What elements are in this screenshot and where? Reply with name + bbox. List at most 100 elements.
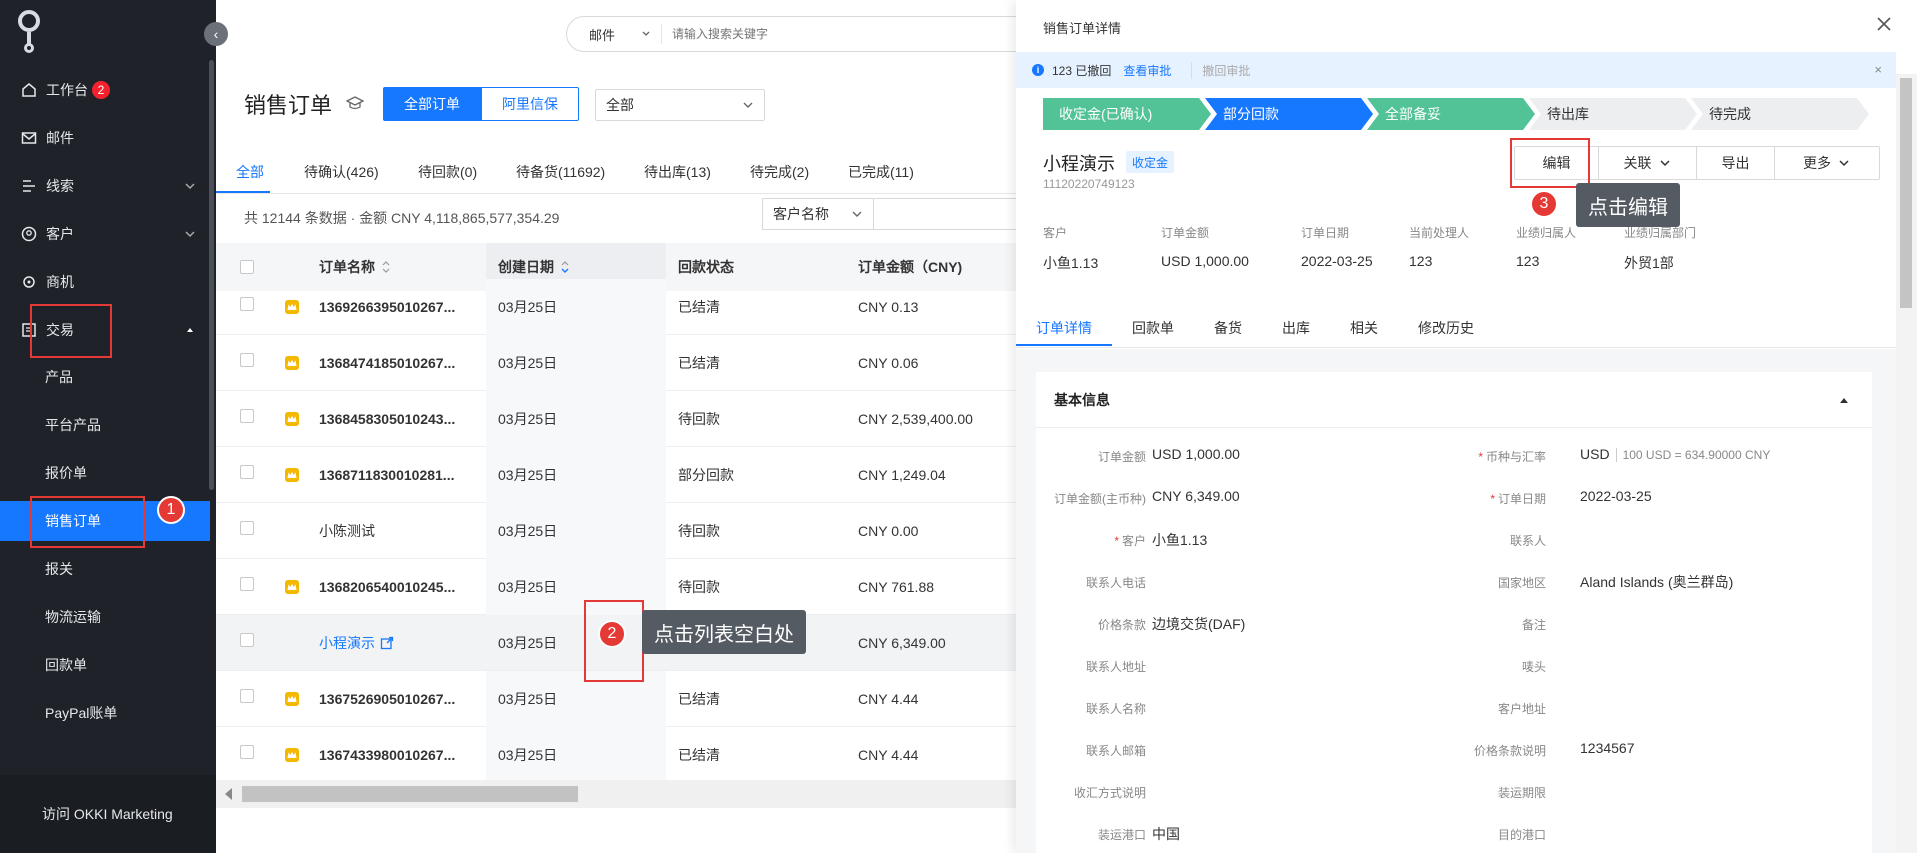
sidebar-item-leads[interactable]: 线索	[0, 166, 216, 206]
sidebar-item-opportunity[interactable]: 商机	[0, 262, 216, 302]
search-input[interactable]	[672, 27, 972, 41]
annotation-step-3: 3	[1530, 190, 1558, 218]
sidebar-item-customers[interactable]: 客户	[0, 214, 216, 254]
sidebar-collapse-button[interactable]: ‹	[204, 22, 228, 46]
step-deposit[interactable]: 收定金(已确认)	[1043, 98, 1211, 130]
field-value-text: USD 1,000.00	[1152, 446, 1240, 462]
meta-label: 订单金额	[1161, 226, 1210, 240]
tab-change-history[interactable]: 修改历史	[1418, 308, 1474, 348]
tab-all[interactable]: 全部	[236, 150, 264, 194]
step-pending-outbound[interactable]: 待出库	[1529, 98, 1697, 130]
sidebar-item-mail[interactable]: 邮件	[0, 118, 216, 158]
crown-icon	[285, 748, 299, 762]
tab-stock[interactable]: 备货	[1214, 308, 1242, 348]
panel-header[interactable]: 基本信息	[1036, 372, 1872, 428]
tab-pending-payment[interactable]: 待回款(0)	[418, 150, 477, 194]
sidebar-sub-customs[interactable]: 报关	[0, 549, 210, 589]
order-filter-select[interactable]: 全部	[595, 89, 765, 121]
tab-pending-outbound[interactable]: 待出库(13)	[644, 150, 711, 194]
table-row[interactable]: 1368711830010281... 03月25日 部分回款 CNY 1,249.0…	[216, 447, 1016, 503]
cell-order-name[interactable]: 小程演示	[319, 615, 375, 671]
export-button[interactable]: 导出	[1697, 147, 1775, 179]
horizontal-scrollbar[interactable]	[216, 780, 1016, 808]
cell-create-date: 03月25日	[498, 523, 558, 539]
row-checkbox[interactable]	[240, 409, 254, 423]
sidebar-sub-platform-product[interactable]: 平台产品	[0, 405, 210, 445]
cell-create-date: 03月25日	[498, 747, 558, 763]
select-all-checkbox[interactable]	[240, 260, 254, 274]
tab-completed[interactable]: 已完成(11)	[848, 150, 914, 194]
tab-all-orders[interactable]: 全部订单	[383, 87, 481, 121]
tab-pending-confirm[interactable]: 待确认(426)	[304, 150, 379, 194]
row-checkbox[interactable]	[240, 297, 254, 311]
customer-filter-select[interactable]: 客户名称	[762, 198, 874, 230]
sidebar-sub-product[interactable]: 产品	[0, 357, 210, 397]
scroll-thumb[interactable]	[242, 786, 578, 802]
row-checkbox[interactable]	[240, 633, 254, 647]
field-value[interactable]: 中国	[1152, 824, 1180, 844]
field-label: 联系人邮箱	[1086, 742, 1146, 759]
search-scope-select[interactable]: 邮件	[567, 24, 662, 44]
required-mark: *	[1478, 450, 1483, 464]
table-row[interactable]: 1367433980010267... 03月25日 已结清 CNY 4.44	[216, 727, 1016, 783]
view-approval-link[interactable]: 查看审批	[1123, 62, 1171, 79]
field-value[interactable]: Aland Islands (奥兰群岛)	[1580, 572, 1733, 592]
field-value[interactable]: 2022-03-25	[1580, 488, 1652, 504]
field-value[interactable]: USD 1,000.00	[1152, 446, 1240, 462]
sidebar-sub-logistics[interactable]: 物流运输	[0, 597, 210, 637]
tab-payment-slip[interactable]: 回款单	[1132, 308, 1174, 348]
tab-pending-complete[interactable]: 待完成(2)	[750, 150, 809, 194]
related-button[interactable]: 关联	[1599, 147, 1697, 179]
sidebar-sub-quotation[interactable]: 报价单	[0, 453, 210, 493]
graduation-cap-icon[interactable]	[346, 94, 364, 112]
row-checkbox[interactable]	[240, 745, 254, 759]
tab-ali-trade-assurance[interactable]: 阿里信保	[481, 87, 579, 121]
sidebar-sub-paypal[interactable]: PayPal账单	[0, 693, 210, 733]
row-checkbox[interactable]	[240, 689, 254, 703]
tab-order-detail[interactable]: 订单详情	[1036, 308, 1092, 348]
annotation-tip-2: 点击列表空白处	[642, 610, 806, 654]
row-checkbox[interactable]	[240, 465, 254, 479]
withdraw-approval-link[interactable]: 撤回审批	[1191, 61, 1250, 79]
tab-pending-stock[interactable]: 待备货(11692)	[516, 150, 605, 194]
order-list-panel: 邮件 销售订单 全部订单 阿里信保 全部 全部 待确认(426) 待回款(0) …	[216, 0, 1016, 853]
close-icon[interactable]	[1874, 14, 1894, 34]
okki-marketing-link[interactable]: 访问 OKKI Marketing	[0, 775, 216, 853]
sidebar-sub-payment[interactable]: 回款单	[0, 645, 210, 685]
field-value[interactable]: 边境交货(DAF)	[1152, 614, 1245, 634]
field-value[interactable]: 1234567	[1580, 740, 1635, 756]
list-summary: 共 12144 条数据 · 金额 CNY 4,118,865,577,354.2…	[244, 210, 560, 226]
step-all-ready[interactable]: 全部备妥	[1367, 98, 1535, 130]
scroll-thumb[interactable]	[1900, 78, 1912, 308]
row-checkbox[interactable]	[240, 521, 254, 535]
field-label-text: 国家地区	[1497, 576, 1546, 590]
tab-related[interactable]: 相关	[1350, 308, 1378, 348]
field-label: 价格条款	[1098, 616, 1146, 633]
field-label: 联系人电话	[1086, 574, 1146, 591]
collapse-caret-icon[interactable]	[1840, 398, 1848, 403]
field-label: 装运期限	[1498, 784, 1546, 801]
step-pending-complete[interactable]: 待完成	[1691, 98, 1869, 130]
table-row[interactable]: 1368474185010267... 03月25日 已结清 CNY 0.06	[216, 335, 1016, 391]
sidebar-scrollbar[interactable]	[209, 60, 214, 490]
tab-outbound[interactable]: 出库	[1282, 308, 1310, 348]
drawer-scrollbar[interactable]	[1896, 74, 1917, 853]
sidebar-item-workbench[interactable]: 工作台 2	[0, 70, 216, 110]
table-row[interactable]: 小陈测试 03月25日 待回款 CNY 0.00	[216, 503, 1016, 559]
step-partial-payment[interactable]: 部分回款	[1205, 98, 1373, 130]
table-row[interactable]: 1368458305010243... 03月25日 待回款 CNY 2,539,40…	[216, 391, 1016, 447]
external-link-icon[interactable]	[380, 636, 394, 650]
table-row[interactable]: 1369266395010267... 03月25日 已结清 CNY 0.13	[216, 279, 1016, 335]
close-info-icon[interactable]: ×	[1874, 62, 1882, 77]
row-checkbox[interactable]	[240, 577, 254, 591]
scroll-left-icon[interactable]	[225, 788, 232, 800]
row-checkbox[interactable]	[240, 353, 254, 367]
more-button[interactable]: 更多	[1775, 147, 1879, 179]
field-value[interactable]: 小鱼1.13	[1152, 530, 1207, 550]
field-value[interactable]: USD 100 USD = 634.90000 CNY	[1580, 446, 1771, 462]
app-logo[interactable]	[14, 10, 44, 53]
customer-filter-input[interactable]	[874, 198, 1016, 230]
field-label: 订单金额	[1098, 448, 1146, 465]
annotation-box-trade	[30, 304, 112, 358]
field-value[interactable]: CNY 6,349.00	[1152, 488, 1240, 504]
